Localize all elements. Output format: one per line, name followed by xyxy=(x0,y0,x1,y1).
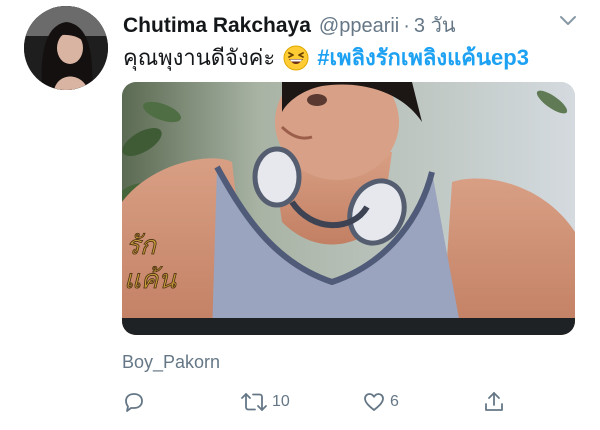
share-icon xyxy=(485,392,503,411)
like-button[interactable]: 6 xyxy=(362,390,399,414)
grinning-squinting-face-icon xyxy=(283,45,309,70)
heart-icon xyxy=(364,393,384,411)
tweet-text: คุณพุงานดีจังค่ะ #เพลิงรักเพลิงแค้นep3 xyxy=(123,40,529,75)
retweet-count: 10 xyxy=(272,393,290,410)
svg-text:แค้น: แค้น xyxy=(124,265,177,295)
media-photo: รัก แค้น xyxy=(122,82,575,335)
chevron-down-icon[interactable] xyxy=(558,14,578,28)
tweet-text-body: คุณพุงานดีจังค่ะ xyxy=(123,45,276,70)
svg-text:รัก: รัก xyxy=(126,231,157,261)
media-caption[interactable]: Boy_Pakorn xyxy=(122,352,220,373)
reply-button[interactable] xyxy=(122,390,146,414)
retweet-icon xyxy=(241,393,267,411)
avatar[interactable] xyxy=(24,6,108,90)
tweet-actions: 10 6 xyxy=(122,390,512,420)
separator-dot: · xyxy=(403,15,410,37)
display-name[interactable]: Chutima Rakchaya xyxy=(123,14,311,38)
user-handle[interactable]: @ppearii xyxy=(319,15,399,38)
timestamp[interactable]: 3 วัน xyxy=(414,9,456,41)
reply-icon xyxy=(125,393,143,412)
share-button[interactable] xyxy=(482,390,506,414)
tweet-header: Chutima Rakchaya @ppearii · 3 วัน xyxy=(123,9,580,37)
tweet-media-image[interactable]: รัก แค้น xyxy=(122,82,575,335)
hashtag-link[interactable]: #เพลิงรักเพลิงแค้นep3 xyxy=(317,40,529,75)
like-count: 6 xyxy=(390,393,399,410)
avatar-image xyxy=(24,6,108,90)
retweet-button[interactable]: 10 xyxy=(240,390,290,414)
